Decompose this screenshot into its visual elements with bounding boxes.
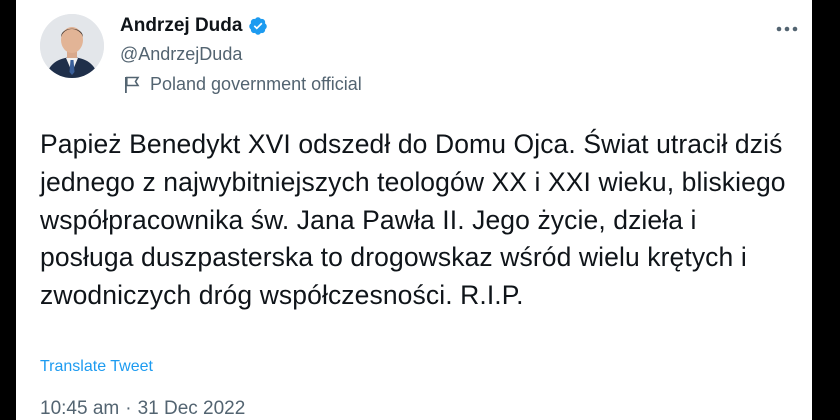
tweet-timestamp[interactable]: 10:45 am · 31 Dec 2022 <box>40 398 245 420</box>
timestamp-separator: · <box>125 398 132 419</box>
flag-icon <box>125 76 140 93</box>
avatar[interactable] <box>40 14 104 78</box>
author-display-name[interactable]: Andrzej Duda <box>120 15 242 37</box>
author-name-row: Andrzej Duda <box>120 14 268 38</box>
tweet-time: 10:45 am <box>40 398 120 419</box>
verified-badge-icon <box>249 17 268 35</box>
government-label: Poland government official <box>150 74 362 94</box>
more-options-button[interactable] <box>772 14 802 44</box>
tweet-date: 31 Dec 2022 <box>137 398 246 419</box>
author-handle[interactable]: @AndrzejDuda <box>120 44 242 65</box>
avatar-image <box>40 14 104 78</box>
affiliation-label: Poland government official <box>124 74 362 95</box>
tweet-card: Andrzej Duda @AndrzejDuda Poland governm… <box>16 0 812 420</box>
tweet-text: Papież Benedykt XVI odszedł do Domu Ojca… <box>40 129 786 311</box>
more-options-icon <box>776 26 798 32</box>
translate-tweet-link[interactable]: Translate Tweet <box>40 358 153 376</box>
